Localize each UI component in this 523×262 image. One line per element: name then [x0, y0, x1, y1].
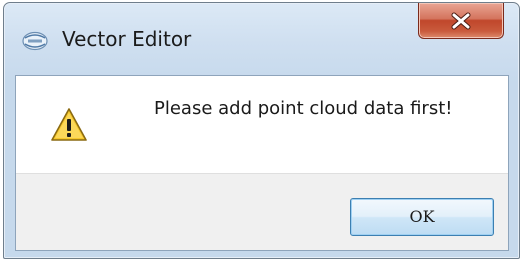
dialog-window: Vector Editor Please add point cloud dat… — [3, 2, 520, 259]
title-bar[interactable]: Vector Editor — [4, 3, 519, 75]
message-panel: Please add point cloud data first! — [16, 76, 508, 174]
dialog-body: Please add point cloud data first! OK — [15, 75, 509, 251]
close-button[interactable] — [418, 3, 504, 39]
ok-button[interactable]: OK — [350, 198, 494, 236]
dialog-message: Please add point cloud data first! — [154, 98, 453, 119]
close-icon — [451, 12, 471, 30]
warning-icon — [50, 106, 88, 144]
app-logo-icon — [22, 31, 48, 51]
window-title: Vector Editor — [62, 27, 192, 51]
